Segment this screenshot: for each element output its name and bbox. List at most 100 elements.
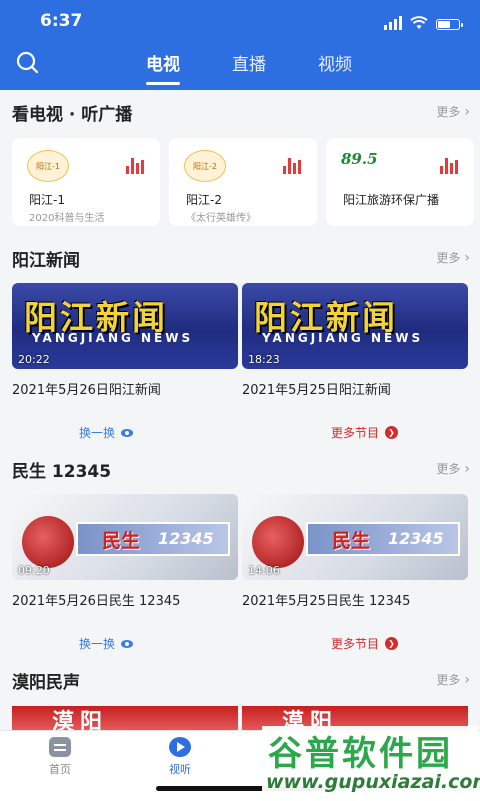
battery-icon	[436, 19, 463, 30]
video-thumbnail: 民生 12345 14:06	[242, 494, 468, 580]
channel-list: 阳江-1 阳江-1 2020科普与生活 阳江-2 阳江-2 《太行英雄传》 89…	[12, 138, 476, 226]
refresh-button[interactable]: 换一换	[79, 424, 134, 441]
video-card[interactable]: 阳江新闻 YANGJIANG NEWS 20:22 2021年5月26日阳江新闻	[12, 283, 238, 398]
main-content: 看电视 · 听广播 更多 › 阳江-1 阳江-1 2020科普与生活 阳江-2 阳…	[0, 90, 480, 730]
audio-bars-icon	[440, 158, 458, 174]
wifi-icon	[410, 16, 428, 29]
section-title: 民生 12345	[12, 462, 112, 482]
thumbnail-subtitle: YANGJIANG NEWS	[262, 331, 424, 345]
status-icons	[384, 14, 463, 30]
search-icon[interactable]	[15, 50, 41, 76]
globe-graphic	[252, 516, 304, 568]
video-card[interactable]: 阳江新闻 YANGJIANG NEWS 18:23 2021年5月25日阳江新闻	[242, 283, 468, 398]
tab-bar: 电视 直播 视频	[120, 50, 378, 85]
section-header-minsheng: 民生 12345 更多 ›	[12, 457, 470, 487]
channel-name: 阳江旅游环保广播	[343, 193, 440, 207]
thumbnail-title: 漠阳	[52, 710, 109, 730]
audio-bars-icon	[283, 158, 301, 174]
nav-home[interactable]: 首页	[20, 737, 100, 777]
video-title: 2021年5月25日民生 12345	[242, 594, 411, 609]
channel-card[interactable]: 阳江-2 阳江-2 《太行英雄传》	[169, 138, 317, 226]
status-time: 6:37	[40, 11, 83, 31]
tab-video[interactable]: 视频	[292, 50, 378, 84]
more-programs-button[interactable]: 更多节目 ❯	[331, 635, 399, 652]
video-thumbnail[interactable]: 漠阳	[12, 706, 238, 730]
video-duration: 20:22	[18, 353, 50, 366]
more-link[interactable]: 更多 ›	[436, 671, 470, 688]
channel-card[interactable]: 89.5 阳江旅游环保广播	[326, 138, 474, 226]
video-duration: 09:20	[18, 564, 50, 577]
video-card[interactable]: 民生 12345 14:06 2021年5月25日民生 12345	[242, 494, 468, 609]
more-label: 更多	[436, 105, 461, 119]
eye-icon	[121, 639, 134, 648]
thumbnail-number: 12345	[158, 529, 214, 548]
section-header-moyang: 漠阳民声 更多 ›	[12, 668, 470, 698]
eye-icon	[121, 428, 134, 437]
channel-card[interactable]: 阳江-1 阳江-1 2020科普与生活	[12, 138, 160, 226]
more-label: 更多	[436, 251, 461, 265]
home-icon	[49, 737, 71, 757]
more-link[interactable]: 更多 ›	[436, 103, 470, 120]
video-card[interactable]: 民生 12345 09:20 2021年5月26日民生 12345	[12, 494, 238, 609]
watermark: 谷普软件园 www.gupuxiazai.com	[262, 726, 480, 798]
nav-watch-label: 视听	[169, 763, 191, 776]
chevron-right-icon: ›	[464, 671, 470, 688]
news-actions: 换一换 更多节目 ❯	[0, 424, 480, 444]
video-title: 2021年5月25日阳江新闻	[242, 383, 391, 398]
channel-logo: 89.5	[341, 150, 378, 168]
app-header: 6:37 电视 直播 视频	[0, 0, 480, 90]
channel-logo: 阳江-1	[27, 150, 69, 182]
video-list: 阳江新闻 YANGJIANG NEWS 20:22 2021年5月26日阳江新闻…	[12, 283, 468, 398]
thumbnail-banner: 民生 12345	[306, 522, 460, 556]
tab-tv[interactable]: 电视	[120, 50, 206, 85]
tab-live[interactable]: 直播	[206, 50, 292, 84]
video-duration: 14:06	[248, 564, 280, 577]
thumbnail-banner: 民生 12345	[76, 522, 230, 556]
section-title: 阳江新闻	[12, 251, 80, 271]
more-programs-button[interactable]: 更多节目 ❯	[331, 424, 399, 441]
more-label: 更多	[436, 673, 461, 687]
channel-program: 《太行英雄传》	[186, 213, 256, 224]
section-header-news: 阳江新闻 更多 ›	[12, 246, 470, 276]
video-thumbnail: 民生 12345 09:20	[12, 494, 238, 580]
video-duration: 18:23	[248, 353, 280, 366]
thumbnail-title: 民生	[332, 530, 371, 552]
status-bar: 6:37	[0, 0, 480, 44]
thumbnail-title: 民生	[102, 530, 141, 552]
top-nav: 电视 直播 视频	[0, 44, 480, 90]
refresh-button[interactable]: 换一换	[79, 635, 134, 652]
play-icon	[169, 737, 191, 757]
thumbnail-subtitle: YANGJIANG NEWS	[32, 331, 194, 345]
more-link[interactable]: 更多 ›	[436, 249, 470, 266]
play-circle-icon: ❯	[385, 426, 399, 439]
watermark-url: www.gupuxiazai.com	[266, 771, 480, 793]
video-title: 2021年5月26日民生 12345	[12, 594, 181, 609]
chevron-right-icon: ›	[464, 460, 470, 477]
channel-logo-text: 阳江-1	[36, 161, 60, 171]
more-link[interactable]: 更多 ›	[436, 460, 470, 477]
chevron-right-icon: ›	[464, 103, 470, 120]
channel-logo: 阳江-2	[184, 150, 226, 182]
globe-graphic	[22, 516, 74, 568]
video-thumbnail: 阳江新闻 YANGJIANG NEWS 18:23	[242, 283, 468, 369]
channel-name: 阳江-1	[29, 193, 65, 207]
signal-icon	[384, 16, 402, 30]
more-programs-label: 更多节目	[331, 426, 380, 440]
nav-watch[interactable]: 视听	[140, 737, 220, 777]
refresh-label: 换一换	[79, 637, 116, 651]
video-thumbnail: 阳江新闻 YANGJIANG NEWS 20:22	[12, 283, 238, 369]
play-circle-icon: ❯	[385, 637, 399, 650]
refresh-label: 换一换	[79, 426, 116, 440]
section-title: 看电视 · 听广播	[12, 105, 133, 125]
minsheng-actions: 换一换 更多节目 ❯	[0, 635, 480, 655]
video-list: 民生 12345 09:20 2021年5月26日民生 12345 民生 12345…	[12, 494, 468, 609]
channel-program: 2020科普与生活	[29, 213, 105, 224]
chevron-right-icon: ›	[464, 249, 470, 266]
thumbnail-number: 12345	[388, 529, 444, 548]
section-header-radio: 看电视 · 听广播 更多 ›	[12, 100, 470, 130]
nav-home-label: 首页	[49, 763, 71, 776]
more-programs-label: 更多节目	[331, 637, 380, 651]
watermark-name: 谷普软件园	[268, 734, 453, 774]
audio-bars-icon	[126, 158, 144, 174]
channel-logo-text: 阳江-2	[193, 161, 217, 171]
